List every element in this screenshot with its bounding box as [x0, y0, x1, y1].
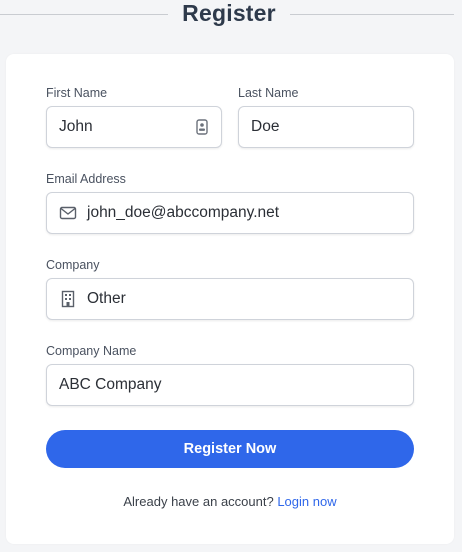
company-name-input[interactable]: ABC Company — [46, 364, 414, 406]
page-header: Register — [0, 0, 462, 30]
contact-card-icon[interactable] — [193, 118, 211, 136]
last-name-value: Doe — [251, 118, 280, 135]
mail-icon — [59, 204, 77, 222]
first-name-input[interactable]: John — [46, 106, 222, 148]
register-now-button[interactable]: Register Now — [46, 430, 414, 468]
login-now-link[interactable]: Login now — [277, 494, 336, 509]
login-prompt: Already have an account? Login now — [6, 494, 454, 509]
login-prompt-text: Already have an account? — [123, 494, 274, 509]
company-label: Company — [46, 258, 100, 272]
register-form-card: First Name John Last Name Doe Email Addr… — [6, 54, 454, 544]
last-name-input[interactable]: Doe — [238, 106, 414, 148]
company-select[interactable]: Other — [46, 278, 414, 320]
first-name-label: First Name — [46, 86, 108, 100]
header-divider-left — [0, 14, 168, 15]
last-name-label: Last Name — [238, 86, 299, 100]
first-name-value: John — [59, 118, 93, 135]
email-value: john_doe@abccompany.net — [87, 204, 280, 221]
page-title: Register — [182, 0, 276, 26]
company-value: Other — [87, 290, 126, 307]
header-divider-right — [290, 14, 454, 15]
building-icon — [59, 290, 77, 308]
email-input[interactable]: john_doe@abccompany.net — [46, 192, 414, 234]
company-name-label: Company Name — [46, 344, 137, 358]
company-name-value: ABC Company — [59, 376, 162, 393]
email-label: Email Address — [46, 172, 126, 186]
